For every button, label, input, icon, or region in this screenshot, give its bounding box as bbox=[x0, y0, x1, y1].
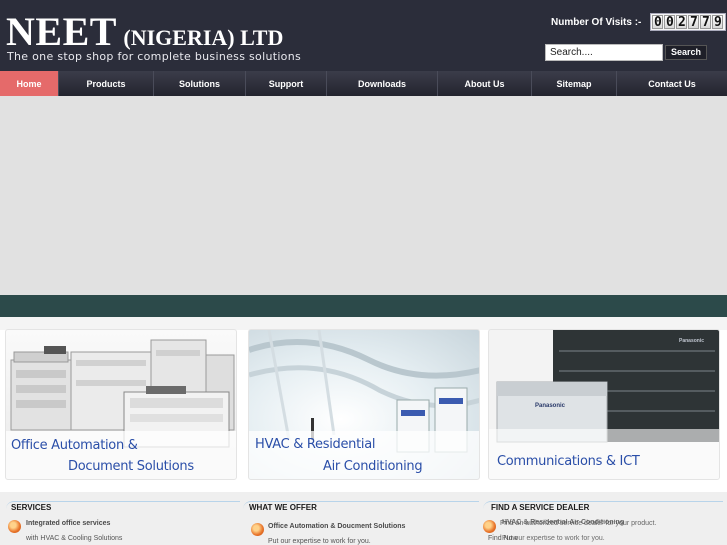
card-caption-line2: Air Conditioning bbox=[323, 459, 423, 474]
nav-products[interactable]: Products bbox=[59, 71, 154, 96]
counter-digit: 0 bbox=[664, 15, 676, 30]
counter-digit: 9 bbox=[712, 15, 724, 30]
nav-solutions[interactable]: Solutions bbox=[154, 71, 246, 96]
nav-contact-us[interactable]: Contact Us bbox=[617, 71, 727, 96]
logo-sub-text: (NIGERIA) LTD bbox=[123, 25, 284, 50]
counter-digit: 2 bbox=[676, 15, 688, 30]
what-we-offer-heading: WHAT WE OFFER bbox=[249, 503, 317, 512]
site-logo[interactable]: NEET (NIGERIA) LTD bbox=[6, 8, 283, 55]
counter-digits: 0 0 2 7 7 9 bbox=[650, 13, 727, 31]
services-subtitle: with HVAC & Cooling Solutions bbox=[26, 535, 123, 542]
offer-subtitle: Put our expertise to work for you. bbox=[268, 538, 371, 545]
logo-main-text: NEET bbox=[6, 9, 117, 54]
counter-digit: 7 bbox=[688, 15, 700, 30]
pbx-brand-label: Panasonic bbox=[535, 403, 566, 409]
counter-digit: 7 bbox=[700, 15, 712, 30]
card-communications[interactable]: Panasonic Panasonic Communications & ICT bbox=[488, 329, 720, 480]
card-hvac[interactable]: HVAC & Residential Air Conditioning bbox=[248, 329, 480, 480]
nav-support[interactable]: Support bbox=[246, 71, 327, 96]
card-caption-line2: Document Solutions bbox=[68, 459, 194, 474]
visits-label: Number Of Visits :- bbox=[551, 16, 642, 28]
card-caption-line1: HVAC & Residential bbox=[255, 437, 376, 452]
card-caption-line1: Communications & ICT bbox=[497, 454, 640, 469]
banner-divider bbox=[0, 295, 727, 317]
card-office-automation[interactable]: Office Automation & Document Solutions bbox=[5, 329, 237, 480]
dealer-title[interactable]: HVAC & Residential Air Conditioning bbox=[502, 519, 624, 526]
nav-about-us[interactable]: About Us bbox=[438, 71, 532, 96]
card-caption-line1: Office Automation & bbox=[11, 438, 138, 453]
nav-sitemap[interactable]: Sitemap bbox=[532, 71, 617, 96]
nav-home[interactable]: Home bbox=[0, 71, 59, 96]
bullet-icon bbox=[251, 523, 264, 536]
search-input[interactable] bbox=[545, 44, 663, 61]
main-nav: Home Products Solutions Support Download… bbox=[0, 71, 727, 96]
find-dealer-heading: FIND A SERVICE DEALER bbox=[491, 503, 590, 512]
services-heading: SERVICES bbox=[11, 503, 52, 512]
offer-title[interactable]: Office Automation & Doucment Solutions bbox=[268, 523, 405, 530]
search-button[interactable]: Search bbox=[665, 45, 707, 60]
nav-downloads[interactable]: Downloads bbox=[327, 71, 438, 96]
site-header: NEET (NIGERIA) LTD The one stop shop for… bbox=[0, 0, 727, 71]
visit-counter: Number Of Visits :- 0 0 2 7 7 9 bbox=[551, 13, 727, 31]
bullet-icon bbox=[483, 520, 496, 533]
pbx-brand-label: Panasonic bbox=[679, 338, 705, 344]
hero-banner bbox=[0, 96, 727, 295]
counter-digit: 0 bbox=[652, 15, 664, 30]
services-title[interactable]: Integrated office services bbox=[26, 520, 110, 527]
bullet-icon bbox=[8, 520, 21, 533]
site-tagline: The one stop shop for complete business … bbox=[7, 50, 302, 63]
dealer-subtitle: Put our expertise to work for you. bbox=[502, 535, 605, 542]
